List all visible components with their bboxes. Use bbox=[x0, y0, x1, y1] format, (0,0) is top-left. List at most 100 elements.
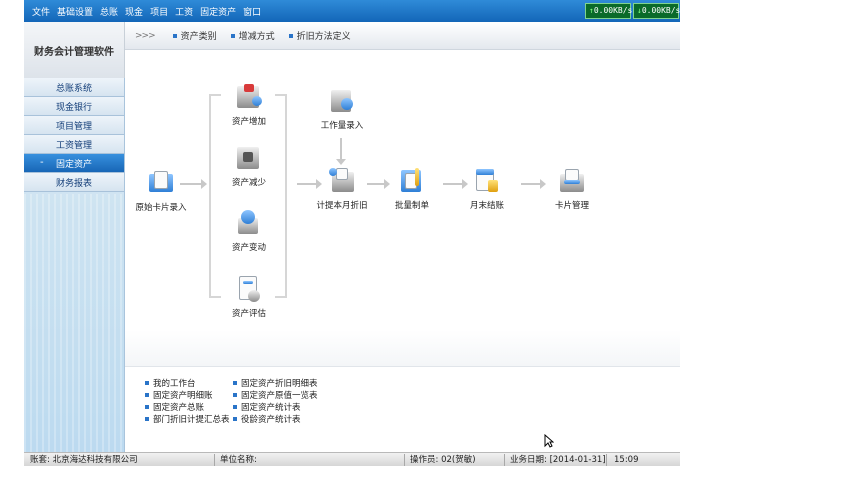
bullet-icon bbox=[145, 381, 149, 385]
asset-reduce-label: 资产减少 bbox=[231, 178, 266, 188]
status-divider bbox=[404, 454, 405, 466]
bullet-icon bbox=[145, 405, 149, 409]
depreciation-method-label: 折旧方法定义 bbox=[296, 32, 351, 42]
bullet-icon bbox=[172, 33, 177, 38]
sidebar-item-project-management[interactable]: 项目管理 bbox=[24, 116, 124, 135]
asset-add-label: 资产增加 bbox=[231, 117, 266, 127]
status-divider bbox=[606, 454, 607, 466]
month-end-label: 月末结账 bbox=[469, 201, 504, 211]
flow-arrow-down bbox=[336, 138, 346, 165]
module-toolbar: >>> 资产类别 增减方式 折旧方法定义 bbox=[125, 22, 680, 50]
menu-fixed-assets[interactable]: 固定资产 bbox=[200, 5, 236, 18]
asset-change-icon bbox=[234, 208, 264, 238]
link-service-age-statistics[interactable]: 役龄资产统计表 bbox=[233, 413, 318, 425]
link-fixed-asset-statistics[interactable]: 固定资产统计表 bbox=[233, 401, 318, 413]
sidebar: 总账系统 现金银行 项目管理 工资管理 - 固定资产 财务报表 bbox=[24, 78, 125, 452]
workload-entry-icon bbox=[327, 86, 357, 116]
card-management-icon bbox=[557, 166, 587, 196]
app-logo-area: 财务会计管理软件 bbox=[24, 22, 125, 78]
link-original-value-list[interactable]: 固定资产原值一览表 bbox=[233, 389, 318, 401]
sidebar-item-general-ledger[interactable]: 总账系统 bbox=[24, 78, 124, 97]
app-title: 财务会计管理软件 bbox=[34, 46, 114, 58]
depreciation-method-link[interactable]: 折旧方法定义 bbox=[288, 29, 351, 42]
card-management-node[interactable]: 卡片管理 bbox=[540, 166, 604, 211]
bullet-icon bbox=[233, 417, 237, 421]
status-divider bbox=[214, 454, 215, 466]
link-fixed-asset-general-ledger[interactable]: 固定资产总账 bbox=[145, 401, 230, 413]
change-method-label: 增减方式 bbox=[238, 32, 275, 42]
link-fixed-asset-detail-ledger[interactable]: 固定资产明细账 bbox=[145, 389, 230, 401]
time-status: 15:09 bbox=[614, 455, 639, 465]
sidebar-decoration bbox=[24, 194, 125, 452]
link-label: 部门折旧计提汇总表 bbox=[153, 415, 230, 425]
sidebar-item-label: 工资管理 bbox=[55, 140, 92, 151]
sidebar-item-label: 项目管理 bbox=[55, 121, 92, 132]
chevrons-icon: >>> bbox=[135, 30, 156, 41]
sidebar-item-payroll-management[interactable]: 工资管理 bbox=[24, 135, 124, 154]
depreciation-node[interactable]: 计提本月折旧 bbox=[310, 166, 374, 211]
month-end-icon bbox=[472, 166, 502, 196]
original-card-entry-label: 原始卡片录入 bbox=[135, 203, 187, 213]
bullet-icon bbox=[233, 393, 237, 397]
window-bottom bbox=[24, 466, 680, 486]
original-card-entry-node[interactable]: 原始卡片录入 bbox=[129, 168, 193, 213]
month-end-node[interactable]: 月末结账 bbox=[455, 166, 519, 211]
app-window: 文件 基础设置 总账 现金 项目 工资 固定资产 窗口 ↑0.00KB/s ↓0… bbox=[24, 0, 680, 486]
asset-reduce-node[interactable]: 资产减少 bbox=[217, 143, 281, 188]
menu-bar: 文件 基础设置 总账 现金 项目 工资 固定资产 窗口 ↑0.00KB/s ↓0… bbox=[24, 0, 680, 22]
account-set-status: 账套: 北京海达科技有限公司 bbox=[30, 455, 138, 465]
bullet-icon bbox=[145, 393, 149, 397]
asset-evaluate-icon bbox=[234, 274, 264, 304]
batch-voucher-node[interactable]: 批量制单 bbox=[380, 166, 444, 211]
asset-add-icon bbox=[234, 82, 264, 112]
asset-change-node[interactable]: 资产变动 bbox=[217, 208, 281, 253]
menu-general-ledger[interactable]: 总账 bbox=[100, 5, 118, 18]
quick-links-col-2: 固定资产折旧明细表 固定资产原值一览表 固定资产统计表 役龄资产统计表 bbox=[233, 377, 318, 425]
asset-category-label: 资产类别 bbox=[180, 32, 217, 42]
link-department-depreciation-summary[interactable]: 部门折旧计提汇总表 bbox=[145, 413, 230, 425]
quick-links-col-1: 我的工作台 固定资产明细账 固定资产总账 部门折旧计提汇总表 bbox=[145, 377, 230, 425]
sidebar-item-cash-bank[interactable]: 现金银行 bbox=[24, 97, 124, 116]
change-method-link[interactable]: 增减方式 bbox=[230, 29, 275, 42]
link-depreciation-detail[interactable]: 固定资产折旧明细表 bbox=[233, 377, 318, 389]
asset-evaluate-node[interactable]: 资产评估 bbox=[217, 274, 281, 319]
link-label: 固定资产折旧明细表 bbox=[241, 379, 318, 389]
collapse-marker-icon: - bbox=[40, 157, 44, 168]
menu-project[interactable]: 项目 bbox=[150, 5, 168, 18]
sidebar-item-label: 财务报表 bbox=[55, 178, 92, 189]
menu-basic-settings[interactable]: 基础设置 bbox=[57, 5, 93, 18]
link-my-workbench[interactable]: 我的工作台 bbox=[145, 377, 230, 389]
batch-voucher-icon bbox=[397, 166, 427, 196]
link-label: 固定资产明细账 bbox=[153, 391, 213, 401]
menu-window[interactable]: 窗口 bbox=[243, 5, 261, 18]
link-label: 固定资产统计表 bbox=[241, 403, 301, 413]
card-management-label: 卡片管理 bbox=[554, 201, 589, 211]
download-speed-indicator: ↓0.00KB/s bbox=[633, 3, 680, 19]
mouse-cursor-icon bbox=[544, 434, 554, 448]
sidebar-item-fixed-assets[interactable]: - 固定资产 bbox=[24, 154, 124, 173]
sidebar-item-label: 总账系统 bbox=[55, 83, 92, 94]
menu-file[interactable]: 文件 bbox=[32, 5, 50, 18]
link-label: 役龄资产统计表 bbox=[241, 415, 301, 425]
bullet-icon bbox=[233, 381, 237, 385]
link-label: 固定资产总账 bbox=[153, 403, 205, 413]
menu-payroll[interactable]: 工资 bbox=[175, 5, 193, 18]
asset-category-link[interactable]: 资产类别 bbox=[172, 29, 217, 42]
sidebar-item-financial-reports[interactable]: 财务报表 bbox=[24, 173, 124, 192]
asset-add-node[interactable]: 资产增加 bbox=[217, 82, 281, 127]
workload-entry-node[interactable]: 工作量录入 bbox=[310, 86, 374, 131]
upload-speed-indicator: ↑0.00KB/s bbox=[585, 3, 632, 19]
menu-cash[interactable]: 现金 bbox=[125, 5, 143, 18]
link-label: 固定资产原值一览表 bbox=[241, 391, 318, 401]
batch-voucher-label: 批量制单 bbox=[394, 201, 429, 211]
flow-arrow bbox=[521, 179, 546, 189]
asset-evaluate-label: 资产评估 bbox=[231, 309, 266, 319]
bullet-icon bbox=[145, 417, 149, 421]
canvas-shade bbox=[125, 330, 680, 366]
card-entry-icon bbox=[146, 168, 176, 198]
status-bar: 账套: 北京海达科技有限公司 单位名称: 操作员: 02(贺敏) 业务日期: [… bbox=[24, 452, 680, 466]
depreciation-label: 计提本月折旧 bbox=[316, 201, 368, 211]
link-label: 我的工作台 bbox=[153, 379, 196, 389]
asset-reduce-icon bbox=[234, 143, 264, 173]
operator-status: 操作员: 02(贺敏) bbox=[410, 455, 476, 465]
